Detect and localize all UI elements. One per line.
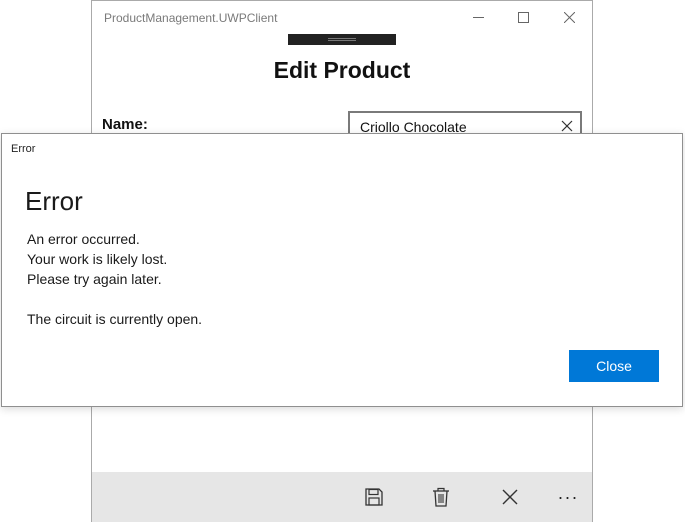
page-title: Edit Product (273, 57, 411, 83)
close-icon (563, 11, 575, 23)
clear-text-button[interactable] (560, 119, 574, 133)
save-icon (365, 488, 383, 506)
grip-line (328, 38, 356, 39)
app-title: ProductManagement.UWPClient (104, 11, 278, 25)
cancel-button[interactable] (488, 472, 532, 522)
more-icon: ··· (557, 487, 579, 507)
minimize-icon (472, 16, 484, 18)
save-button[interactable] (352, 472, 396, 522)
dialog-close-button[interactable]: Close (569, 350, 659, 382)
grip-line (328, 40, 356, 41)
title-bar: ProductManagement.UWPClient (92, 1, 592, 33)
minimize-button[interactable] (455, 1, 501, 33)
more-button[interactable]: ··· (546, 472, 590, 522)
delete-button[interactable] (419, 472, 463, 522)
error-dialog: Error Error An error occurred. Your work… (1, 133, 683, 407)
command-bar: ··· (92, 472, 592, 522)
message-line: Please try again later. (27, 271, 162, 287)
maximize-button[interactable] (500, 1, 546, 33)
maximize-icon (517, 11, 529, 23)
name-label: Name: (102, 116, 148, 133)
dialog-heading: Error (25, 186, 83, 216)
message-line: An error occurred. (27, 231, 140, 247)
window-close-button[interactable] (546, 1, 592, 33)
dialog-window-title: Error (11, 143, 36, 155)
clear-icon (561, 120, 573, 132)
drag-handle[interactable] (288, 34, 396, 45)
dialog-message: An error occurred. Your work is likely l… (27, 229, 202, 329)
cancel-icon (502, 489, 518, 505)
delete-icon (433, 487, 449, 507)
message-line: Your work is likely lost. (27, 251, 168, 267)
message-line: The circuit is currently open. (27, 311, 203, 327)
